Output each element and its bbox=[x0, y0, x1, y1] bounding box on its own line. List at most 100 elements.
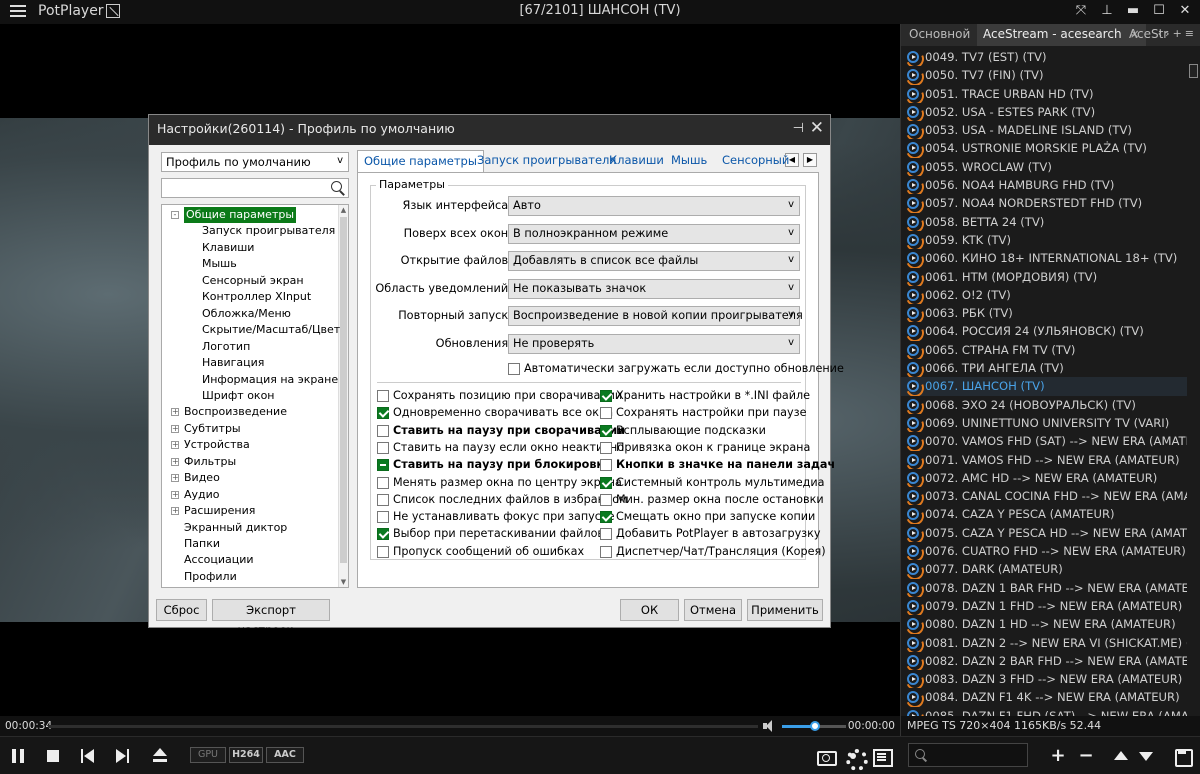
option-checkbox[interactable]: Добавить PotPlayer в автозагрузку bbox=[600, 526, 821, 542]
tab-scroll-right-icon[interactable]: ▶ bbox=[803, 153, 817, 167]
field-select[interactable]: Не проверять v bbox=[508, 333, 800, 354]
checkbox-box[interactable] bbox=[600, 511, 612, 524]
auto-update-checkbox[interactable]: Автоматически загружать если доступно об… bbox=[508, 361, 844, 377]
checkbox-box[interactable] bbox=[600, 545, 612, 558]
checkbox-box[interactable] bbox=[377, 511, 389, 524]
playlist-item[interactable]: 0050. TV7 (FIN) (TV) bbox=[901, 66, 1187, 84]
tree-item[interactable]: Профили bbox=[172, 569, 237, 585]
checkbox-box[interactable] bbox=[600, 441, 612, 454]
expand-icon[interactable]: + bbox=[171, 457, 179, 466]
tree-item[interactable]: + Аудио bbox=[171, 487, 220, 503]
playlist-item[interactable]: 0081. DAZN 2 --> NEW ERA VI (SHICKAT.ME)… bbox=[901, 634, 1187, 652]
profile-select[interactable]: Профиль по умолчанию v bbox=[161, 152, 349, 172]
move-down-icon[interactable] bbox=[1136, 746, 1156, 766]
scroll-up-icon[interactable]: ▲ bbox=[339, 206, 348, 214]
checkbox-box[interactable] bbox=[600, 459, 612, 472]
playlist-item[interactable]: 0052. USA - ESTES PARK (TV) bbox=[901, 103, 1187, 121]
playlist-item[interactable]: 0083. DAZN 3 FHD --> NEW ERA (AMATEUR) bbox=[901, 670, 1187, 688]
field-select[interactable]: Авто v bbox=[508, 196, 800, 216]
eject-icon[interactable] bbox=[150, 746, 170, 766]
tree-item[interactable]: Обложка/Меню bbox=[202, 306, 291, 322]
playlist-item[interactable]: 0068. ЭХО 24 (НОВОУРАЛЬСК) (TV) bbox=[901, 396, 1187, 414]
tree-scrollbar-thumb[interactable] bbox=[340, 217, 347, 563]
camera-icon[interactable] bbox=[815, 746, 837, 766]
checkbox-box[interactable] bbox=[377, 407, 389, 420]
tree-item[interactable]: Сенсорный экран bbox=[202, 273, 304, 289]
playlist-tab[interactable]: Основной bbox=[903, 24, 976, 46]
playlist-item[interactable]: 0063. РБК (TV) bbox=[901, 304, 1187, 322]
app-name[interactable]: PotPlayer bbox=[38, 3, 104, 19]
collapse-icon[interactable]: - bbox=[171, 211, 179, 219]
tree-item[interactable]: Контроллер XInput bbox=[202, 289, 311, 305]
checkbox-box[interactable] bbox=[377, 545, 389, 558]
tree-item[interactable]: + Расширения bbox=[171, 503, 255, 519]
field-select[interactable]: Воспроизведение в новой копии проигрыват… bbox=[508, 306, 803, 326]
h264-badge[interactable]: H264 bbox=[229, 747, 263, 763]
checkbox-box[interactable] bbox=[377, 424, 389, 437]
playlist-item[interactable]: 0066. ТРИ АНГЕЛА (TV) bbox=[901, 359, 1187, 377]
tree-item[interactable]: Логотип bbox=[202, 339, 250, 355]
playlist-tab[interactable]: AceStr bbox=[1123, 24, 1174, 46]
checkbox-box[interactable] bbox=[377, 441, 389, 454]
checkbox-box[interactable] bbox=[600, 390, 612, 402]
move-up-icon[interactable] bbox=[1111, 746, 1131, 766]
option-checkbox[interactable]: Пропуск сообщений об ошибках bbox=[377, 544, 584, 560]
expand-icon[interactable]: + bbox=[171, 441, 179, 450]
option-checkbox[interactable]: Список последних файлов в избранном bbox=[377, 492, 628, 508]
expand-icon[interactable]: + bbox=[171, 490, 179, 499]
pin-icon[interactable]: ⊥ bbox=[1098, 2, 1116, 20]
option-checkbox[interactable]: Выбор при перетаскивании файлов bbox=[377, 526, 604, 542]
option-checkbox[interactable]: Всплывающие подсказки bbox=[600, 423, 766, 439]
next-icon[interactable] bbox=[113, 746, 133, 766]
option-checkbox[interactable]: Кнопки в значке на панели задач bbox=[600, 457, 835, 473]
expand-icon[interactable]: + bbox=[171, 408, 179, 417]
save-icon[interactable] bbox=[1172, 746, 1193, 767]
playlist-icon[interactable] bbox=[871, 746, 893, 767]
tree-item[interactable]: - Общие параметры bbox=[171, 207, 297, 223]
pause-icon[interactable] bbox=[8, 746, 28, 766]
playlist-item[interactable]: 0054. USTRONIE MORSKIE PLAŻA (TV) bbox=[901, 139, 1187, 157]
maximize-icon[interactable]: ☐ bbox=[1150, 2, 1168, 20]
option-checkbox[interactable]: Одновременно сворачивать все окна bbox=[377, 405, 613, 421]
ok-button[interactable]: ОК bbox=[620, 599, 679, 621]
cancel-button[interactable]: Отмена bbox=[684, 599, 742, 621]
playlist-item[interactable]: 0078. DAZN 1 BAR FHD --> NEW ERA (AMATEU… bbox=[901, 579, 1187, 597]
remove-icon[interactable]: − bbox=[1076, 746, 1096, 766]
playlist-item[interactable]: 0084. DAZN F1 4K --> NEW ERA (AMATEUR) bbox=[901, 688, 1187, 706]
option-checkbox[interactable]: Смещать окно при запуске копии bbox=[600, 509, 815, 525]
playlist-item[interactable]: 0049. TV7 (EST) (TV) bbox=[901, 48, 1187, 66]
checkbox-box[interactable] bbox=[377, 528, 389, 541]
playlist-item[interactable]: 0060. КИНО 18+ INTERNATIONAL 18+ (TV) bbox=[901, 249, 1187, 267]
tree-scrollbar[interactable]: ▲ ▼ bbox=[338, 205, 348, 587]
playlist-item[interactable]: 0057. NOA4 NORDERSTEDT FHD (TV) bbox=[901, 194, 1187, 212]
volume-knob[interactable] bbox=[810, 721, 821, 731]
playlist-item[interactable]: 0056. NOA4 HAMBURG FHD (TV) bbox=[901, 176, 1187, 194]
option-checkbox[interactable]: Не устанавливать фокус при запуске bbox=[377, 509, 615, 525]
tree-search-input[interactable] bbox=[161, 178, 349, 198]
playlist-item[interactable]: 0069. UNINETTUNO UNIVERSITY TV (VARI) bbox=[901, 414, 1187, 432]
tree-item[interactable]: Шрифт окон bbox=[202, 388, 275, 404]
playlist-item[interactable]: 0075. CAZA Y PESCA HD --> NEW ERA (AMATE… bbox=[901, 524, 1187, 542]
tree-item[interactable]: Навигация bbox=[202, 355, 264, 371]
checkbox-box[interactable] bbox=[600, 407, 612, 420]
option-checkbox[interactable]: Сохранять настройки при паузе bbox=[600, 405, 806, 421]
tree-item[interactable]: Скрытие/Масштаб/Цвет bbox=[202, 322, 340, 338]
checkbox-box[interactable] bbox=[508, 363, 520, 375]
tab-4[interactable]: Мышь bbox=[665, 150, 713, 172]
playlist-item[interactable]: 0062. O!2 (TV) bbox=[901, 286, 1187, 304]
gpu-badge[interactable]: GPU bbox=[190, 747, 226, 763]
playlist-scrollbar[interactable] bbox=[1189, 64, 1198, 78]
export-settings-button[interactable]: Экспорт настроек... bbox=[212, 599, 330, 637]
playlist-item[interactable]: 0082. DAZN 2 BAR FHD --> NEW ERA (AMATEU… bbox=[901, 652, 1187, 670]
playlist-item[interactable]: 0077. DARK (AMATEUR) bbox=[901, 560, 1187, 578]
option-checkbox[interactable]: Ставить на паузу если окно неактивно bbox=[377, 440, 624, 456]
option-checkbox[interactable]: Привязка окон к границе экрана bbox=[600, 440, 810, 456]
dialog-pin-icon[interactable]: ⊣ bbox=[793, 121, 804, 136]
option-checkbox[interactable]: Ставить на паузу при блокировке bbox=[377, 457, 612, 473]
apply-button[interactable]: Применить bbox=[747, 599, 823, 621]
scroll-down-icon[interactable]: ▼ bbox=[339, 578, 348, 586]
reset-button[interactable]: Сброс bbox=[156, 599, 207, 621]
tab-1[interactable]: Общие параметры bbox=[357, 150, 484, 173]
previous-icon[interactable] bbox=[78, 746, 98, 766]
gear-icon[interactable] bbox=[843, 746, 868, 771]
